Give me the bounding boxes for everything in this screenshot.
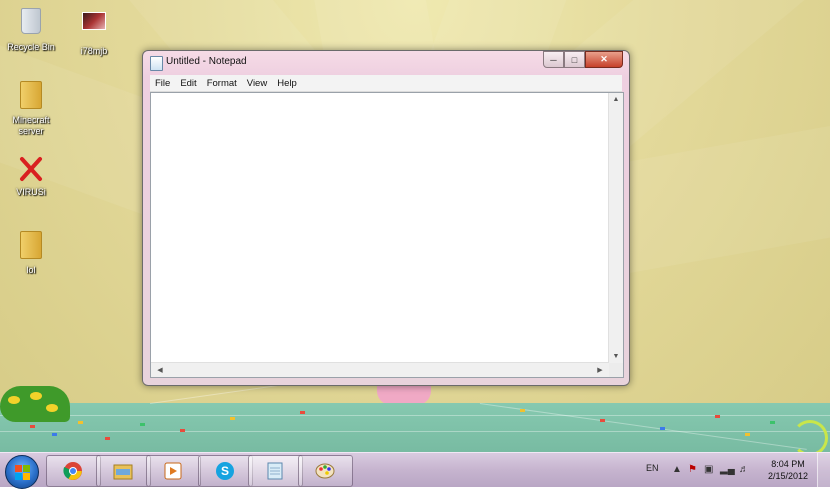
confetti [745,433,750,436]
taskbar-media-player[interactable] [146,455,201,487]
wallpaper-floor [0,361,830,452]
notepad-window: Untitled - Notepad ─ □ ✕ File Edit Forma… [142,50,630,386]
minimize-button[interactable]: ─ [543,51,564,68]
confetti [52,433,57,436]
horizontal-scrollbar[interactable]: ◀ ▶ [151,362,609,377]
wallpaper-blob [0,386,70,422]
size-grip[interactable] [609,363,623,377]
window-controls: ─ □ ✕ [543,51,623,68]
floor-gridline [0,415,830,416]
skype-icon: S [216,462,234,480]
show-desktop-button[interactable] [817,453,830,487]
desktop-icon-label: lol [26,265,36,275]
svg-text:S: S [221,464,229,478]
clock-date: 2/15/2012 [767,471,808,481]
confetti [600,419,605,422]
scroll-left-icon[interactable]: ◀ [153,366,167,374]
language-indicator[interactable]: EN [646,463,659,473]
folder-icon [15,81,47,113]
scroll-up-icon[interactable]: ▲ [609,96,623,103]
confetti [78,421,83,424]
chrome-icon [63,462,82,480]
confetti [715,415,720,418]
menu-bar: File Edit Format View Help [150,75,622,92]
network-icon[interactable]: ▂▄ [720,464,735,475]
notepad-icon [267,462,283,480]
notepad-icon [150,56,163,71]
desktop-icon-label: VIRUSi [16,187,46,197]
desktop-icon-label: Minecraft server [12,115,50,136]
clock[interactable]: 8:04 PM 2/15/2012 [768,458,808,482]
device-icon[interactable]: ▣ [704,464,713,475]
menu-view[interactable]: View [242,78,272,89]
desktop-icon-label: Recycle Bin [7,42,55,52]
confetti [105,437,110,440]
desktop-icon-minecraft-server[interactable]: Minecraft server [1,78,61,137]
vertical-scrollbar[interactable]: ▲ ▼ [608,93,623,363]
explorer-icon [113,464,133,480]
menu-edit[interactable]: Edit [175,78,201,89]
red-x-icon [15,153,47,185]
clock-time: 8:04 PM [771,459,805,469]
maximize-button[interactable]: □ [564,51,585,68]
menu-help[interactable]: Help [272,78,302,89]
confetti [30,425,35,428]
recycle-bin-icon [15,8,47,40]
folder-icon [15,231,47,263]
window-titlebar[interactable]: Untitled - Notepad ─ □ ✕ [143,51,629,73]
desktop: Recycle Bin i78mjb Minecraft server VIRU… [0,0,830,452]
confetti [770,421,775,424]
blob-spot [46,404,58,412]
scroll-down-icon[interactable]: ▼ [609,353,623,360]
confetti [660,427,665,430]
blob-spot [30,392,42,400]
menu-format[interactable]: Format [202,78,242,89]
window-title: Untitled - Notepad [166,56,247,67]
action-center-icon[interactable]: ⚑ [688,464,697,475]
close-button[interactable]: ✕ [585,51,623,68]
wallpaper-swirl [792,420,828,452]
floor-gridline [479,403,807,450]
taskbar-chrome[interactable] [46,455,101,487]
menu-file[interactable]: File [150,78,175,89]
confetti [300,411,305,414]
confetti [140,423,145,426]
start-button[interactable] [5,455,39,489]
paint-icon [315,463,335,479]
volume-icon[interactable]: ♬ [739,464,749,475]
scroll-right-icon[interactable]: ▶ [593,366,607,374]
photo-icon [78,12,110,44]
taskbar-paint[interactable] [298,455,353,487]
wallpaper-pillar [377,383,431,405]
text-editor[interactable]: ▲ ▼ ◀ ▶ [150,92,624,378]
taskbar-notepad[interactable] [248,455,303,487]
desktop-icon-lol[interactable]: lol [1,228,61,276]
taskbar-explorer[interactable] [96,455,151,487]
media-player-icon [164,462,182,480]
maximize-icon: □ [571,54,578,65]
desktop-icon-label: i78mjb [80,46,108,56]
minimize-icon: ─ [550,54,557,65]
desktop-icon-i78mjb[interactable]: i78mjb [64,4,124,57]
blob-spot [8,396,20,404]
desktop-icon-virusi[interactable]: VIRUSi [1,153,61,198]
close-icon: ✕ [600,54,608,64]
taskbar-skype[interactable]: S [198,455,253,487]
confetti [520,409,525,412]
system-tray: EN ▲ ⚑ ▣ ▂▄ ♬ 8:04 PM 2/15/2012 [640,453,830,487]
confetti [180,429,185,432]
confetti [230,417,235,420]
show-hidden-icons-icon[interactable]: ▲ [672,464,682,475]
taskbar: S EN ▲ ⚑ ▣ ▂▄ ♬ 8:04 PM 2/15/2012 [0,452,830,489]
floor-gridline [0,431,830,432]
desktop-icon-recycle-bin[interactable]: Recycle Bin [1,4,61,53]
